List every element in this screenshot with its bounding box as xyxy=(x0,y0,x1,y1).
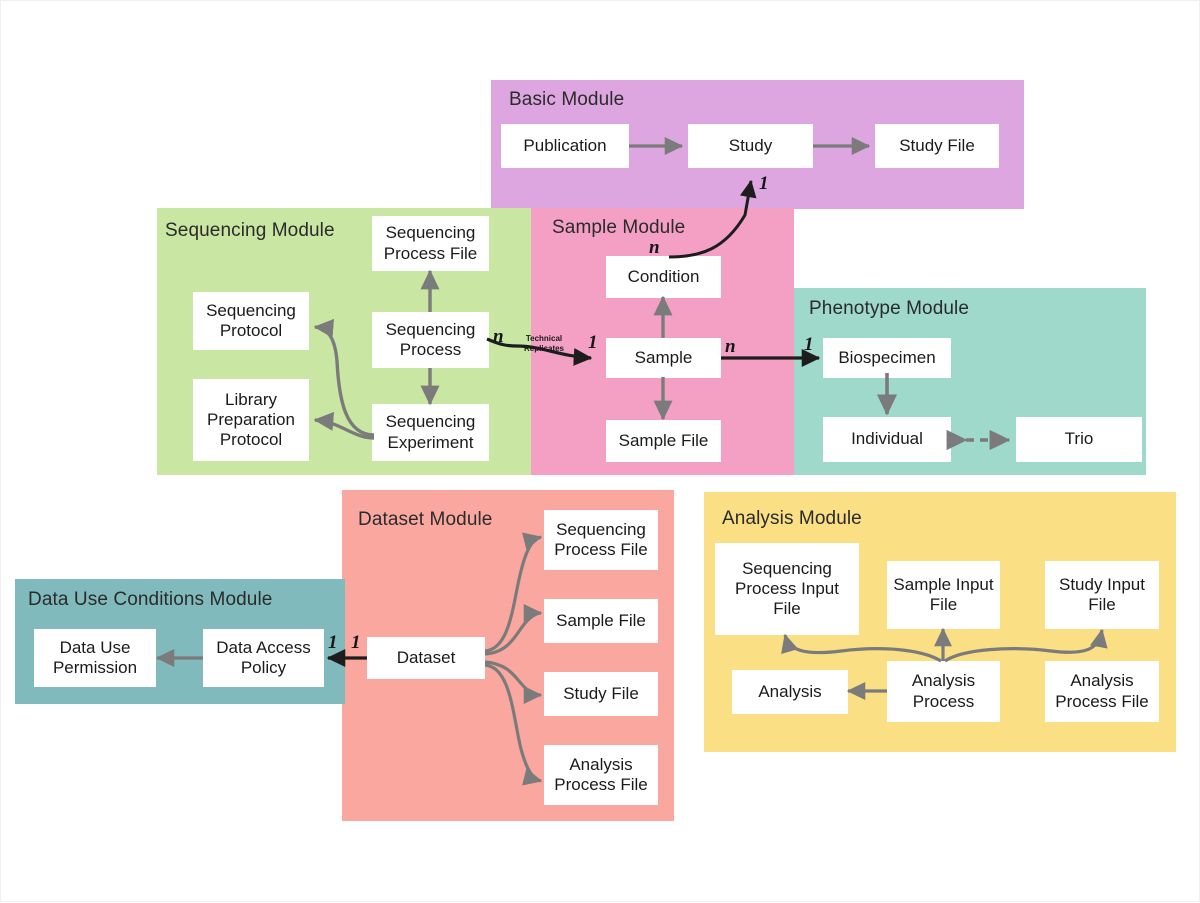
node-analysis[interactable]: Analysis xyxy=(732,670,848,714)
node-publication[interactable]: Publication xyxy=(501,124,629,168)
edge-label-condition-study-n: n xyxy=(649,237,660,258)
node-label: Library Preparation Protocol xyxy=(207,389,295,450)
node-sequencing-experiment[interactable]: Sequencing Experiment xyxy=(372,404,489,461)
node-study-file[interactable]: Study File xyxy=(875,124,999,168)
edge-label-sample-in-1: 1 xyxy=(588,332,598,353)
node-label: Trio xyxy=(1064,429,1094,449)
node-label: Dataset xyxy=(396,647,456,667)
node-dataset[interactable]: Dataset xyxy=(367,637,485,679)
edge-label-biospecimen-in-1: 1 xyxy=(804,334,814,355)
node-label: Sequencing Process Input File xyxy=(735,558,839,619)
edge-label-seqprocess-n: n xyxy=(493,326,504,347)
node-label: Sequencing Experiment xyxy=(385,412,476,452)
node-label: Study File xyxy=(899,135,975,155)
node-sequencing-protocol[interactable]: Sequencing Protocol xyxy=(193,292,309,350)
edge-label-dataset-out-1: 1 xyxy=(351,632,361,653)
node-library-preparation-protocol[interactable]: Library Preparation Protocol xyxy=(193,379,309,461)
node-data-use-permission[interactable]: Data Use Permission xyxy=(34,629,156,687)
node-ds-analysis-process-file[interactable]: Analysis Process File xyxy=(544,745,658,805)
module-title-data-use: Data Use Conditions Module xyxy=(28,589,273,610)
node-sequencing-process-input-file[interactable]: Sequencing Process Input File xyxy=(715,543,859,635)
node-label: Study Input File xyxy=(1058,574,1145,614)
node-label: Analysis xyxy=(758,681,822,701)
node-label: Sample Input File xyxy=(893,574,994,614)
node-ds-study-file[interactable]: Study File xyxy=(544,672,658,716)
node-label: Individual xyxy=(851,429,923,449)
node-label: Sequencing Protocol xyxy=(206,300,296,340)
node-label: Sample File xyxy=(618,430,709,450)
node-label: Biospecimen xyxy=(838,347,936,367)
edge-label-condition-study-1: 1 xyxy=(759,173,769,194)
node-study-input-file[interactable]: Study Input File xyxy=(1045,561,1159,629)
node-label: Analysis Process File xyxy=(1055,671,1149,711)
node-ds-sequencing-process-file[interactable]: Sequencing Process File xyxy=(544,510,658,570)
node-condition[interactable]: Condition xyxy=(606,256,721,298)
node-label: Sequencing Process File xyxy=(383,223,478,263)
module-title-sample: Sample Module xyxy=(552,217,686,238)
node-trio[interactable]: Trio xyxy=(1016,417,1142,462)
node-label: Data Use Permission xyxy=(52,637,138,677)
node-sequencing-process-file[interactable]: Sequencing Process File xyxy=(372,216,489,271)
module-title-phenotype: Phenotype Module xyxy=(809,298,970,319)
node-sample[interactable]: Sample xyxy=(606,338,721,378)
node-ds-sample-file[interactable]: Sample File xyxy=(544,599,658,643)
node-sequencing-process[interactable]: Sequencing Process xyxy=(372,312,489,368)
node-label: Study xyxy=(728,135,773,155)
node-data-access-policy[interactable]: Data Access Policy xyxy=(203,629,324,687)
node-analysis-process-file[interactable]: Analysis Process File xyxy=(1045,661,1159,722)
node-label: Sequencing Process File xyxy=(554,519,648,559)
node-individual[interactable]: Individual xyxy=(823,417,951,462)
module-title-sequencing: Sequencing Module xyxy=(165,220,335,241)
node-label: Data Access Policy xyxy=(216,637,311,677)
node-label: Publication xyxy=(523,135,607,155)
node-label: Sequencing Process xyxy=(385,319,476,359)
node-sample-input-file[interactable]: Sample Input File xyxy=(887,561,1000,629)
diagram-canvas: Basic Module Sequencing Module Sample Mo… xyxy=(0,0,1200,902)
edge-label-sample-out-n: n xyxy=(725,336,736,357)
edge-label-technical-replicates: Technical Replicates xyxy=(523,334,565,353)
node-label: Sample xyxy=(634,347,693,367)
node-study[interactable]: Study xyxy=(688,124,813,168)
node-sample-file[interactable]: Sample File xyxy=(606,420,721,462)
edge-label-policy-in-1: 1 xyxy=(328,632,338,653)
module-title-basic: Basic Module xyxy=(509,89,625,110)
module-title-dataset: Dataset Module xyxy=(358,509,493,530)
module-title-analysis: Analysis Module xyxy=(722,508,862,529)
node-label: Analysis Process File xyxy=(554,754,648,794)
node-label: Condition xyxy=(627,266,700,286)
node-biospecimen[interactable]: Biospecimen xyxy=(823,338,951,378)
node-label: Study File xyxy=(563,683,639,703)
node-analysis-process[interactable]: Analysis Process xyxy=(887,661,1000,722)
node-label: Sample File xyxy=(556,610,646,630)
node-label: Analysis Process xyxy=(911,671,976,711)
